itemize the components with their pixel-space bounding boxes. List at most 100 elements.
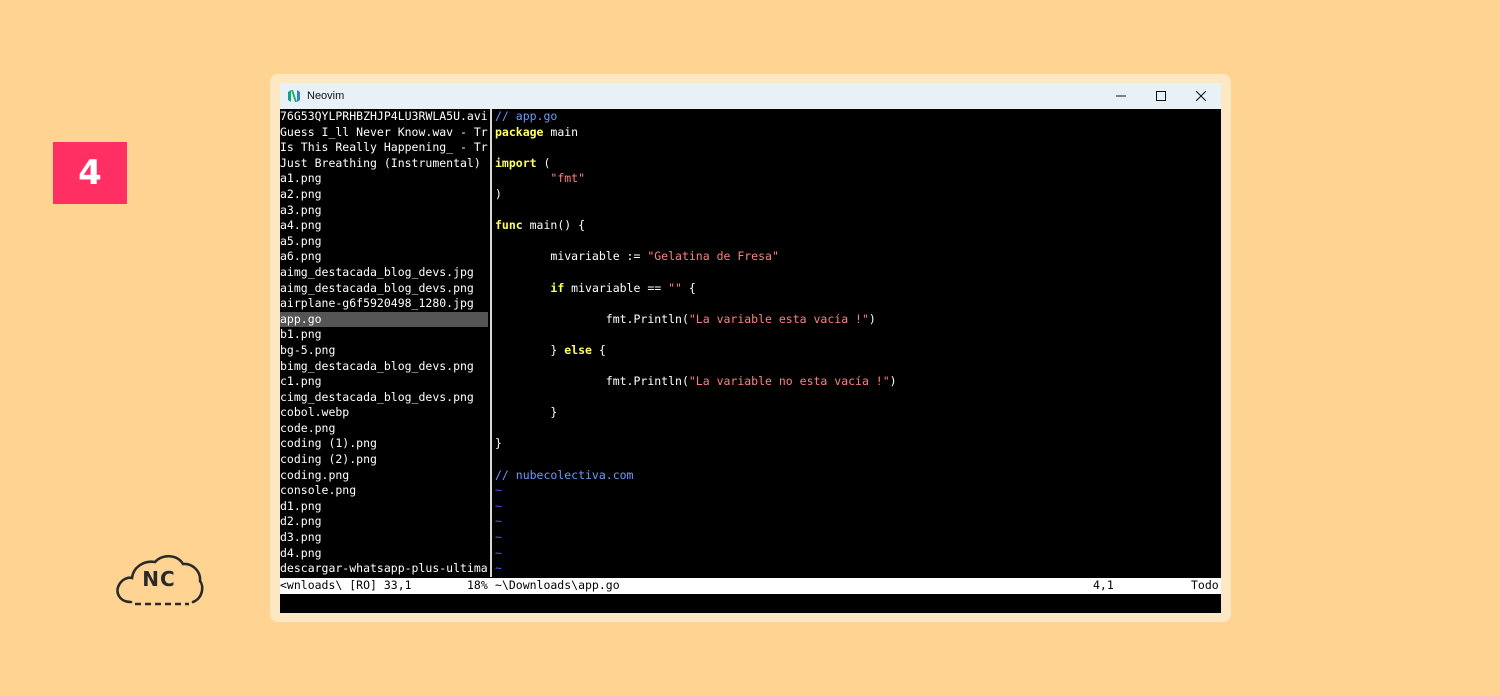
code-text: } (550, 342, 565, 357)
nubecolectiva-logo: NC (113, 550, 205, 610)
file-item[interactable]: a6.png (280, 249, 488, 265)
terminal-area[interactable]: 76G53QYLPRHBZHJP4LU3RWLA5U.avi Guess I_ll… (280, 109, 1221, 613)
file-item[interactable]: Is This Really Happening_ - Tr (280, 140, 488, 156)
code-text: } (495, 436, 502, 451)
file-item[interactable]: coding (2).png (280, 452, 488, 468)
neovim-icon (288, 90, 300, 102)
file-item[interactable]: a1.png (280, 171, 488, 187)
file-explorer-pane[interactable]: 76G53QYLPRHBZHJP4LU3RWLA5U.avi Guess I_ll… (280, 109, 488, 577)
split-divider[interactable] (490, 109, 492, 577)
file-item[interactable]: Guess I_ll Never Know.wav - Tr (280, 125, 488, 141)
window-title: Neovim (307, 90, 345, 102)
status-line: <wnloads\ [RO] 33,1 18% ~\Downloads\app.… (280, 578, 1221, 594)
code-line: func main() { (495, 218, 1221, 234)
code-text: main (543, 124, 579, 139)
file-item[interactable]: aimg_destacada_blog_devs.jpg (280, 265, 488, 281)
code-line: // nubecolectiva.com (495, 468, 1221, 484)
file-item[interactable]: aimg_destacada_blog_devs.png (280, 281, 488, 297)
file-item[interactable]: bimg_destacada_blog_devs.png (280, 359, 488, 375)
file-item[interactable]: console.png (280, 483, 488, 499)
code-line: "fmt" (495, 171, 1221, 187)
file-item[interactable]: coding.png (280, 468, 488, 484)
keyword-text: func (495, 218, 523, 233)
code-text: ( (536, 155, 551, 170)
code-text: mivariable == (564, 280, 669, 295)
code-line: ) (495, 187, 1221, 203)
file-item[interactable]: coding (1).png (280, 436, 488, 452)
step-number-badge: 4 (53, 142, 127, 204)
code-line: import ( (495, 156, 1221, 172)
keyword-text: package (495, 124, 544, 139)
file-item[interactable]: d2.png (280, 514, 488, 530)
file-item[interactable]: d3.png (280, 530, 488, 546)
status-left-path: <wnloads\ [RO] 33,1 (280, 578, 412, 592)
file-item[interactable]: code.png (280, 421, 488, 437)
file-item-selected[interactable]: app.go (280, 311, 488, 328)
keyword-text: import (495, 155, 537, 170)
file-item[interactable]: d4.png (280, 546, 488, 562)
file-item[interactable]: cobol.webp (280, 405, 488, 421)
comment-text: // app.go (495, 109, 558, 123)
code-text: ) (495, 186, 502, 201)
minimize-icon (1116, 95, 1126, 97)
code-editor-pane[interactable]: // app.go package main import ( "fmt" ) … (495, 109, 1221, 577)
file-item[interactable]: a4.png (280, 218, 488, 234)
code-line: } (495, 436, 1221, 452)
comment-text: // nubecolectiva.com (495, 467, 634, 482)
code-line: if mivariable == "" { (495, 281, 1221, 297)
neovim-window: Neovim 76G53QYLPRHBZHJP4LU3RWLA5U.avi Gue… (280, 83, 1221, 613)
status-right-file: ~\Downloads\app.go (495, 578, 620, 592)
status-left-percent: 18% (467, 578, 488, 592)
code-line: fmt.Println("La variable esta vacía !") (495, 312, 1221, 328)
tilde-marker: ~ (495, 545, 502, 560)
string-text: "La variable no esta vacía !" (688, 374, 890, 389)
title-bar[interactable]: Neovim (280, 83, 1221, 109)
string-text: "La variable esta vacía !" (688, 311, 869, 326)
code-line: mivariable := "Gelatina de Fresa" (495, 249, 1221, 265)
tilde-marker: ~ (495, 530, 502, 545)
code-text: fmt.Println( (605, 374, 689, 389)
file-item[interactable]: c1.png (280, 374, 488, 390)
file-item[interactable]: bg-5.png (280, 343, 488, 359)
keyword-text: else (564, 342, 592, 357)
maximize-button[interactable] (1141, 83, 1181, 109)
file-item[interactable]: descargar-whatsapp-plus-ultima (280, 561, 488, 577)
empty-line-marker: ~ (495, 483, 1221, 499)
empty-line-marker: ~ (495, 514, 1221, 530)
file-item[interactable]: 76G53QYLPRHBZHJP4LU3RWLA5U.avi (280, 109, 488, 125)
file-item[interactable]: Just Breathing (Instrumental) (280, 156, 488, 172)
file-item[interactable]: cimg_destacada_blog_devs.png (280, 390, 488, 406)
string-text: "Gelatina de Fresa" (647, 249, 779, 264)
string-text: "fmt" (550, 171, 586, 186)
tilde-marker: ~ (495, 483, 502, 498)
tilde-marker: ~ (495, 561, 502, 576)
code-text: fmt.Println( (605, 311, 689, 326)
file-item[interactable]: a3.png (280, 203, 488, 219)
close-icon (1196, 91, 1206, 101)
code-line: fmt.Println("La variable no esta vacía !… (495, 374, 1221, 390)
file-item[interactable]: d1.png (280, 499, 488, 515)
file-item[interactable]: a2.png (280, 187, 488, 203)
close-button[interactable] (1181, 83, 1221, 109)
file-item[interactable]: a5.png (280, 234, 488, 250)
maximize-icon (1156, 91, 1166, 101)
tilde-marker: ~ (495, 498, 502, 513)
string-text: "" (668, 280, 682, 295)
minimize-button[interactable] (1101, 83, 1141, 109)
code-text: ) (889, 374, 897, 389)
code-line: } else { (495, 343, 1221, 359)
file-item[interactable]: airplane-g6f5920498_1280.jpg (280, 296, 488, 312)
empty-line-marker: ~ (495, 546, 1221, 562)
status-cursor-position: 4,1 (1093, 578, 1114, 592)
empty-line-marker: ~ (495, 561, 1221, 577)
status-scroll-position: Todo (1191, 578, 1219, 592)
code-text: } (550, 405, 558, 420)
file-item[interactable]: b1.png (280, 327, 488, 343)
empty-line-marker: ~ (495, 499, 1221, 515)
